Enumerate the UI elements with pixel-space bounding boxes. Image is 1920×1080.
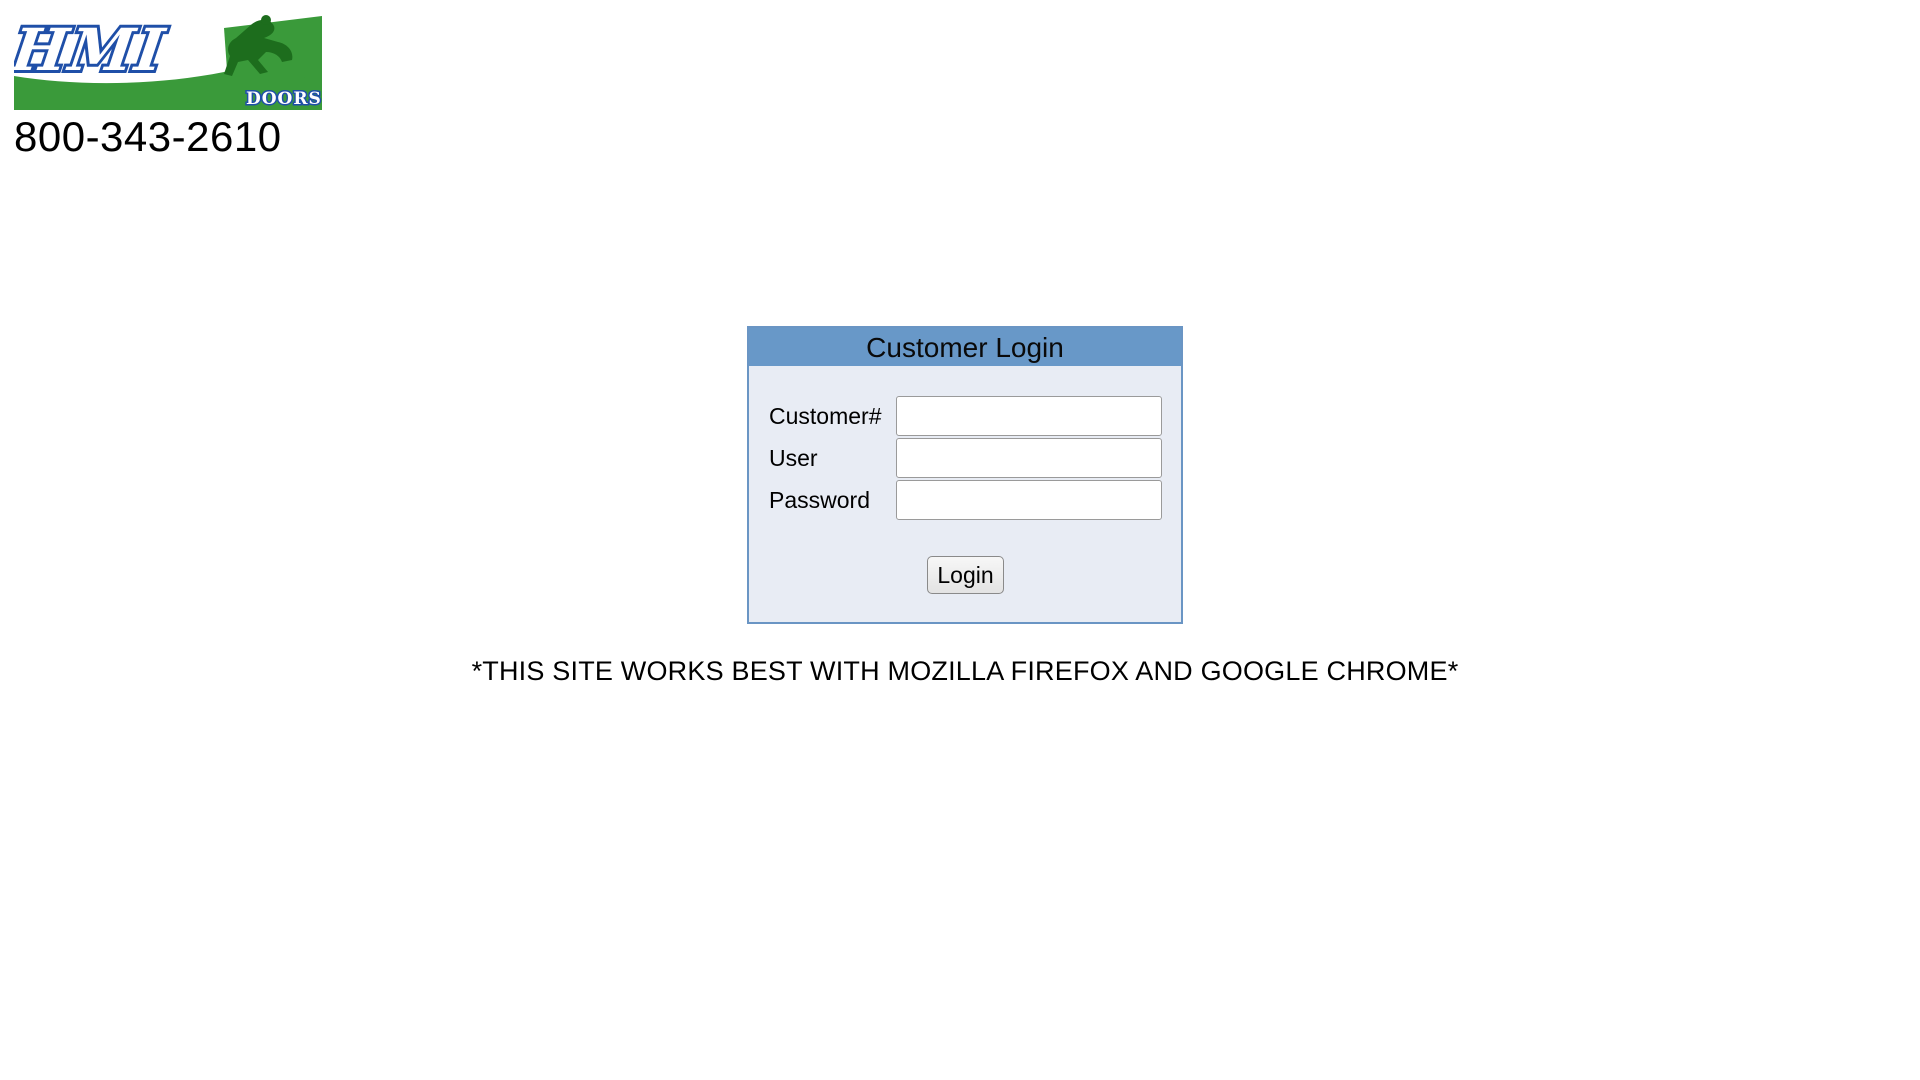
user-row: User xyxy=(769,438,1165,478)
svg-text:DOORS: DOORS xyxy=(246,89,322,109)
customer-number-row: Customer# xyxy=(769,396,1165,436)
user-input[interactable] xyxy=(896,438,1162,478)
customer-login-panel: Customer Login Customer# User Password L… xyxy=(747,326,1183,624)
login-panel-title: Customer Login xyxy=(749,328,1181,366)
site-header: HMI DOORS 800-343-2610 xyxy=(14,14,322,158)
hmi-doors-logo: HMI DOORS xyxy=(14,14,322,110)
customer-number-label: Customer# xyxy=(769,403,882,429)
password-row: Password xyxy=(769,480,1165,520)
customer-number-input[interactable] xyxy=(896,396,1162,436)
login-button[interactable]: Login xyxy=(927,556,1004,594)
phone-number: 800-343-2610 xyxy=(14,113,282,160)
svg-text:HMI: HMI xyxy=(14,15,170,84)
browser-notice: *THIS SITE WORKS BEST WITH MOZILLA FIREF… xyxy=(471,656,1459,686)
password-label: Password xyxy=(769,487,870,513)
user-label: User xyxy=(769,445,818,471)
password-input[interactable] xyxy=(896,480,1162,520)
